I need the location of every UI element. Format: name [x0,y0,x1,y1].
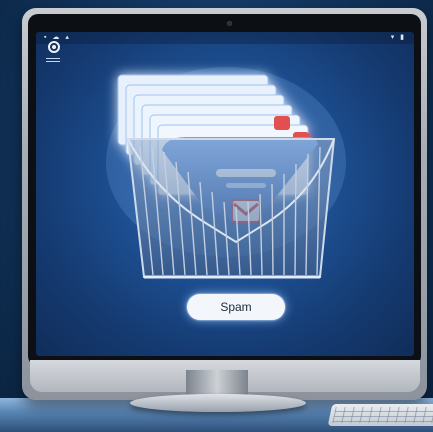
webcam-icon [227,21,232,26]
monitor-stand-base [130,394,306,412]
keyboard-keys [332,407,433,423]
gmail-badge-icon [274,116,290,130]
spam-button[interactable]: Spam [187,294,285,320]
wire-basket [126,138,336,279]
